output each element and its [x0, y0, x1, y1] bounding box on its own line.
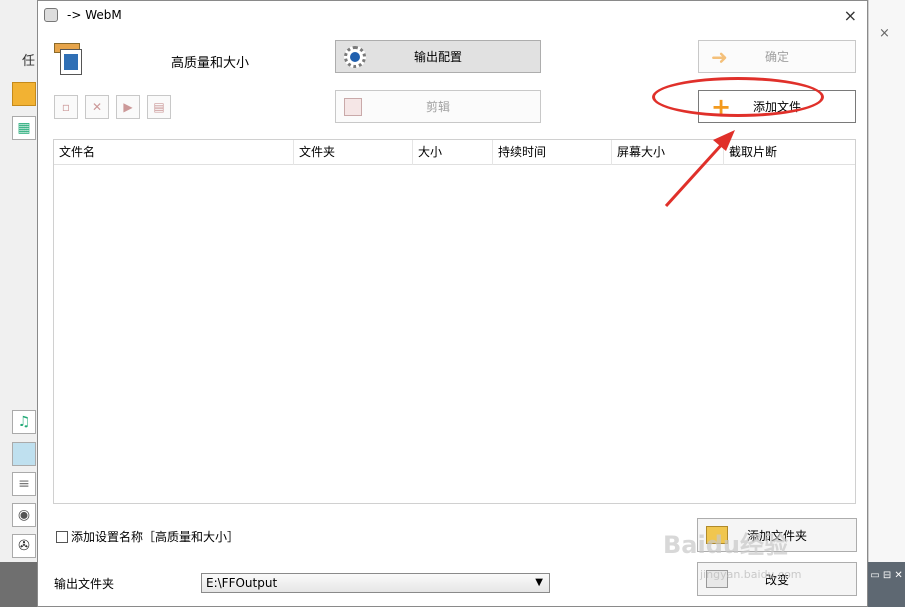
output-folder-select[interactable]: E:\FFOutput ▼ [201, 573, 550, 593]
edit-button[interactable]: 剪辑 [335, 90, 541, 123]
column-file-name[interactable]: 文件名 [54, 140, 294, 165]
column-folder[interactable]: 文件夹 [294, 140, 413, 165]
output-folder-label: 输出文件夹 [54, 577, 115, 591]
close-icon[interactable]: × [844, 6, 857, 25]
add-folder-button[interactable]: 添加文件夹 [697, 518, 857, 552]
play-icon[interactable]: ▶ [116, 95, 140, 119]
ok-button[interactable]: ➜ 确定 [698, 40, 856, 73]
add-setting-name-checkbox[interactable] [56, 530, 68, 543]
add-setting-name-row: 添加设置名称［高质量和大小］ [56, 528, 239, 545]
ok-arrow-icon: ➜ [711, 44, 728, 69]
column-duration[interactable]: 持续时间 [493, 140, 612, 165]
clip-icon [344, 97, 362, 116]
add-folder-label: 添加文件夹 [746, 528, 807, 543]
background-statusbar-left [0, 562, 38, 607]
change-folder-label: 改变 [764, 572, 789, 587]
column-clip-segment[interactable]: 截取片断 [724, 140, 855, 165]
file-list[interactable]: 文件名 文件夹 大小 持续时间 屏幕大小 截取片断 [53, 139, 856, 504]
output-config-button[interactable]: 输出配置 [335, 40, 541, 73]
remove-file-icon[interactable]: ▫ [54, 95, 78, 119]
disc-icon[interactable]: ◉ [12, 503, 36, 527]
profile-film-icon [54, 43, 84, 75]
dialog-title: -> WebM [67, 8, 122, 22]
clear-list-icon[interactable]: ✕ [85, 95, 109, 119]
profile-name: 高质量和大小 [171, 56, 250, 71]
output-config-icon [344, 45, 366, 68]
app-icon [44, 8, 58, 22]
film-reel-icon[interactable]: ✇ [12, 534, 36, 558]
background-label: 任 [22, 54, 36, 69]
add-file-button[interactable]: + 添加文件 [698, 90, 856, 123]
title-bar[interactable]: -> WebM × [38, 1, 867, 31]
background-window-left: 任 ▦ ♫ ≡ ◉ ✇ [0, 0, 38, 607]
ok-label: 确定 [764, 50, 789, 64]
music-icon[interactable]: ♫ [12, 410, 36, 434]
file-list-header: 文件名 文件夹 大小 持续时间 屏幕大小 截取片断 [54, 140, 855, 165]
background-window-right: × [868, 0, 905, 607]
browse-folder-icon [706, 570, 728, 588]
webm-dialog: -> WebM × 高质量和大小 输出配置 ➜ 确定 ▫ ✕ ▶ ▤ 剪辑 + … [37, 0, 868, 607]
background-statusbar-right: ▭ ⊟ ✕ [868, 562, 905, 607]
chevron-down-icon: ▼ [535, 577, 543, 588]
column-screen-size[interactable]: 屏幕大小 [612, 140, 724, 165]
list-toolbar: ▫ ✕ ▶ ▤ [54, 95, 171, 119]
media-info-icon[interactable]: ▤ [147, 95, 171, 119]
add-file-label: 添加文件 [752, 100, 801, 114]
column-size[interactable]: 大小 [413, 140, 493, 165]
change-folder-button[interactable]: 改变 [697, 562, 857, 596]
picture-icon[interactable] [12, 442, 36, 466]
output-folder-value: E:\FFOutput [206, 576, 278, 590]
output-config-label: 输出配置 [413, 50, 462, 64]
folder-icon[interactable] [12, 82, 36, 106]
background-close-icon[interactable]: × [879, 26, 890, 41]
document-icon[interactable]: ≡ [12, 472, 36, 496]
add-setting-name-label: 添加设置名称［高质量和大小］ [71, 530, 240, 544]
edit-label: 剪辑 [425, 100, 450, 114]
add-folder-icon [706, 526, 728, 544]
clapper-icon[interactable]: ▦ [12, 116, 36, 140]
plus-icon: + [711, 92, 732, 121]
